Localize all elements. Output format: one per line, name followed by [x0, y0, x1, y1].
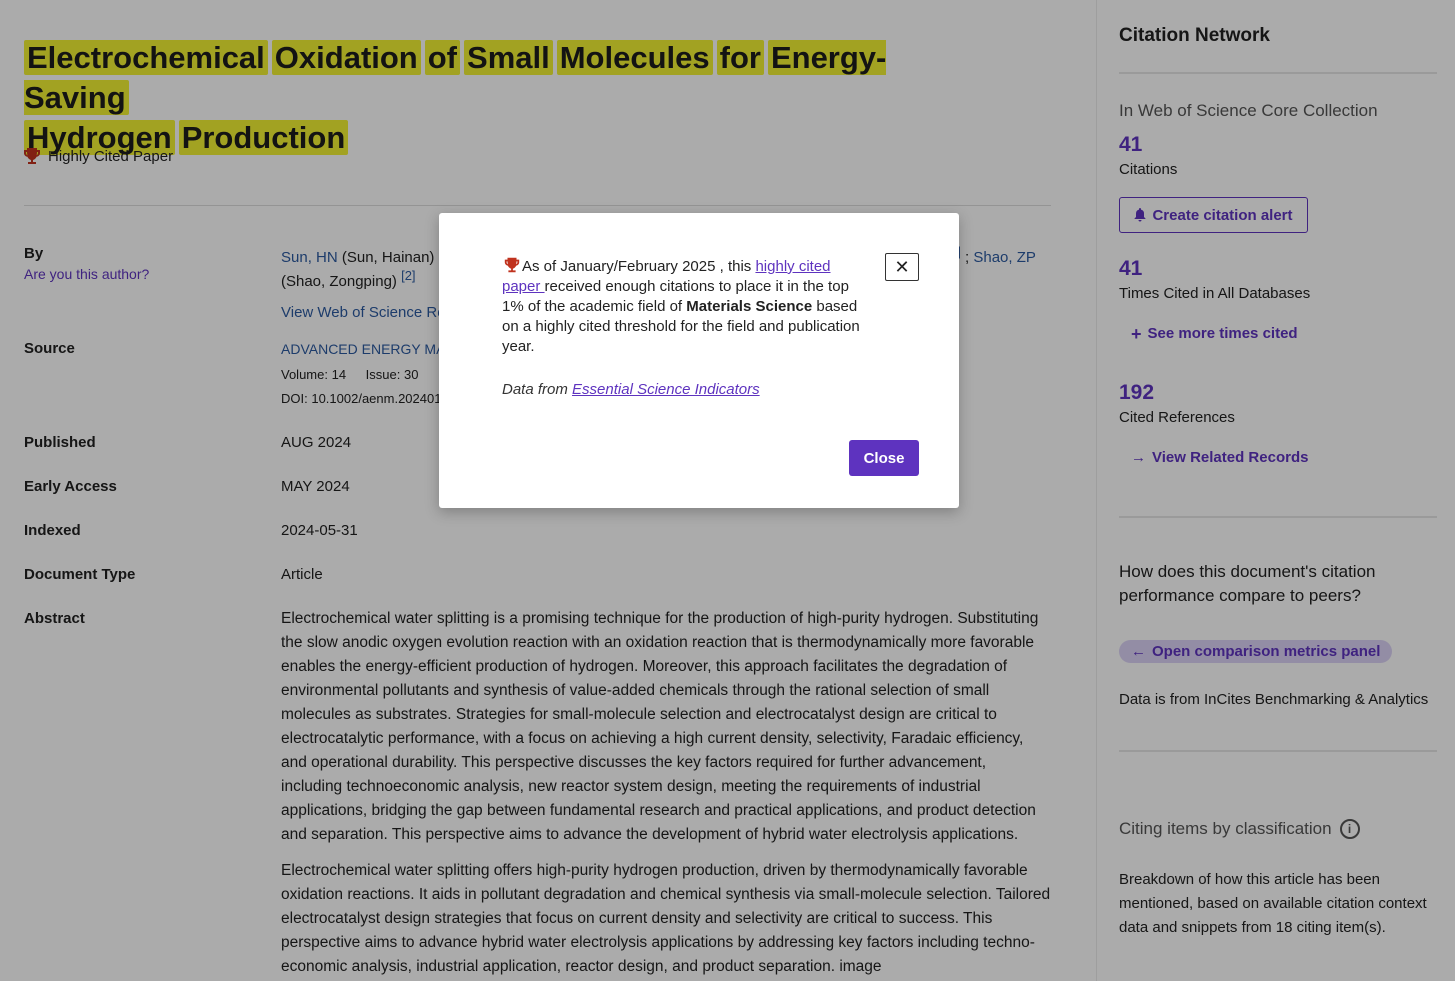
- trophy-icon: [504, 257, 520, 273]
- close-button[interactable]: Close: [849, 440, 919, 476]
- close-icon[interactable]: ✕: [885, 253, 919, 281]
- research-field: Materials Science: [686, 298, 813, 315]
- dialog-text: As of January/February 2025 , this: [522, 258, 756, 275]
- data-from-label: Data from: [502, 381, 573, 398]
- dialog-message: As of January/February 2025 , this highl…: [502, 256, 862, 357]
- esi-link[interactable]: Essential Science Indicators: [572, 381, 760, 398]
- data-source-note: Data from Essential Science Indicators: [502, 381, 760, 398]
- highly-cited-dialog: As of January/February 2025 , this highl…: [439, 213, 959, 508]
